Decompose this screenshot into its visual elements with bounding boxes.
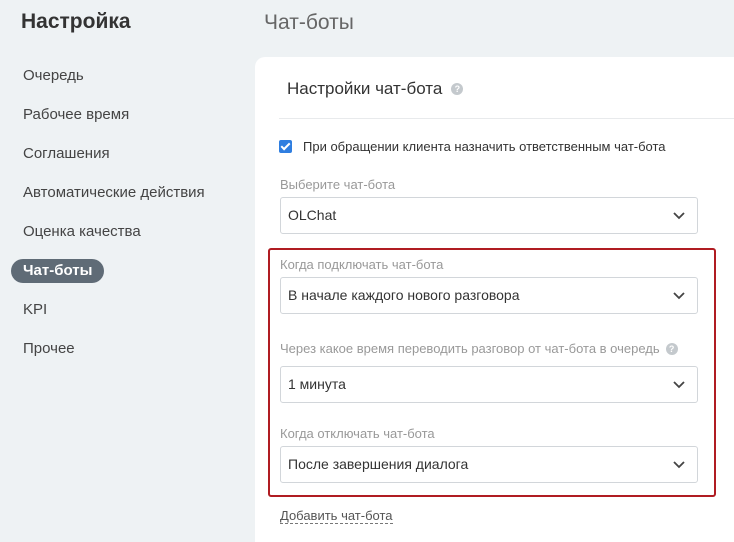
sidebar-item-chatbots[interactable]: Чат-боты xyxy=(11,258,241,283)
assign-bot-checkbox-row: При обращении клиента назначить ответств… xyxy=(279,139,666,154)
chevron-down-icon xyxy=(673,292,685,300)
connect-when-value: В начале каждого нового разговора xyxy=(288,287,520,303)
panel-header: Настройки чат-бота ? xyxy=(287,79,464,99)
sidebar-item-agreements[interactable]: Соглашения xyxy=(11,141,241,166)
sidebar-item-label: Оценка качества xyxy=(23,223,141,240)
sidebar-item-quality-rating[interactable]: Оценка качества xyxy=(11,219,241,244)
sidebar-item-other[interactable]: Прочее xyxy=(11,336,241,361)
bot-select[interactable]: OLChat xyxy=(280,197,698,234)
disconnect-when-label: Когда отключать чат-бота xyxy=(280,426,435,441)
sidebar-item-label: Соглашения xyxy=(23,145,110,162)
sidebar-nav: Очередь Рабочее время Соглашения Автомат… xyxy=(11,63,241,375)
connect-when-select[interactable]: В начале каждого нового разговора xyxy=(280,277,698,314)
chevron-down-icon xyxy=(673,381,685,389)
page-title: Чат-боты xyxy=(264,11,354,34)
sidebar-item-label: Очередь xyxy=(23,67,84,84)
chevron-down-icon xyxy=(673,212,685,220)
transfer-after-value: 1 минута xyxy=(288,376,346,392)
sidebar-item-kpi[interactable]: KPI xyxy=(11,297,241,322)
connect-when-label: Когда подключать чат-бота xyxy=(280,257,444,272)
assign-bot-checkbox[interactable] xyxy=(279,140,292,153)
add-chatbot-link[interactable]: Добавить чат-бота xyxy=(280,508,393,524)
transfer-after-label-row: Через какое время переводить разговор от… xyxy=(280,341,678,356)
sidebar-item-working-hours[interactable]: Рабочее время xyxy=(11,102,241,127)
sidebar-item-label: Рабочее время xyxy=(23,106,130,123)
transfer-after-label: Через какое время переводить разговор от… xyxy=(280,341,660,356)
transfer-after-select[interactable]: 1 минута xyxy=(280,366,698,403)
sidebar-item-label: Чат-боты xyxy=(11,259,105,283)
sidebar-title: Настройка xyxy=(21,10,131,33)
bot-select-value: OLChat xyxy=(288,207,337,223)
sidebar-item-label: Автоматические действия xyxy=(23,184,205,201)
disconnect-when-value: После завершения диалога xyxy=(288,456,469,472)
sidebar-item-automatic-actions[interactable]: Автоматические действия xyxy=(11,180,241,205)
sidebar-item-queue[interactable]: Очередь xyxy=(11,63,241,88)
chevron-down-icon xyxy=(673,461,685,469)
sidebar-item-label: Прочее xyxy=(23,340,75,357)
divider xyxy=(279,118,734,119)
assign-bot-checkbox-label[interactable]: При обращении клиента назначить ответств… xyxy=(303,139,666,154)
panel-title: Настройки чат-бота xyxy=(287,79,443,98)
disconnect-when-select[interactable]: После завершения диалога xyxy=(280,446,698,483)
bot-select-label: Выберите чат-бота xyxy=(280,177,396,192)
question-circle-icon[interactable]: ? xyxy=(451,83,464,95)
sidebar-item-label: KPI xyxy=(23,301,48,318)
chatbot-settings-panel: Настройки чат-бота ? При обращении клиен… xyxy=(255,57,734,542)
question-circle-icon[interactable]: ? xyxy=(665,342,678,355)
